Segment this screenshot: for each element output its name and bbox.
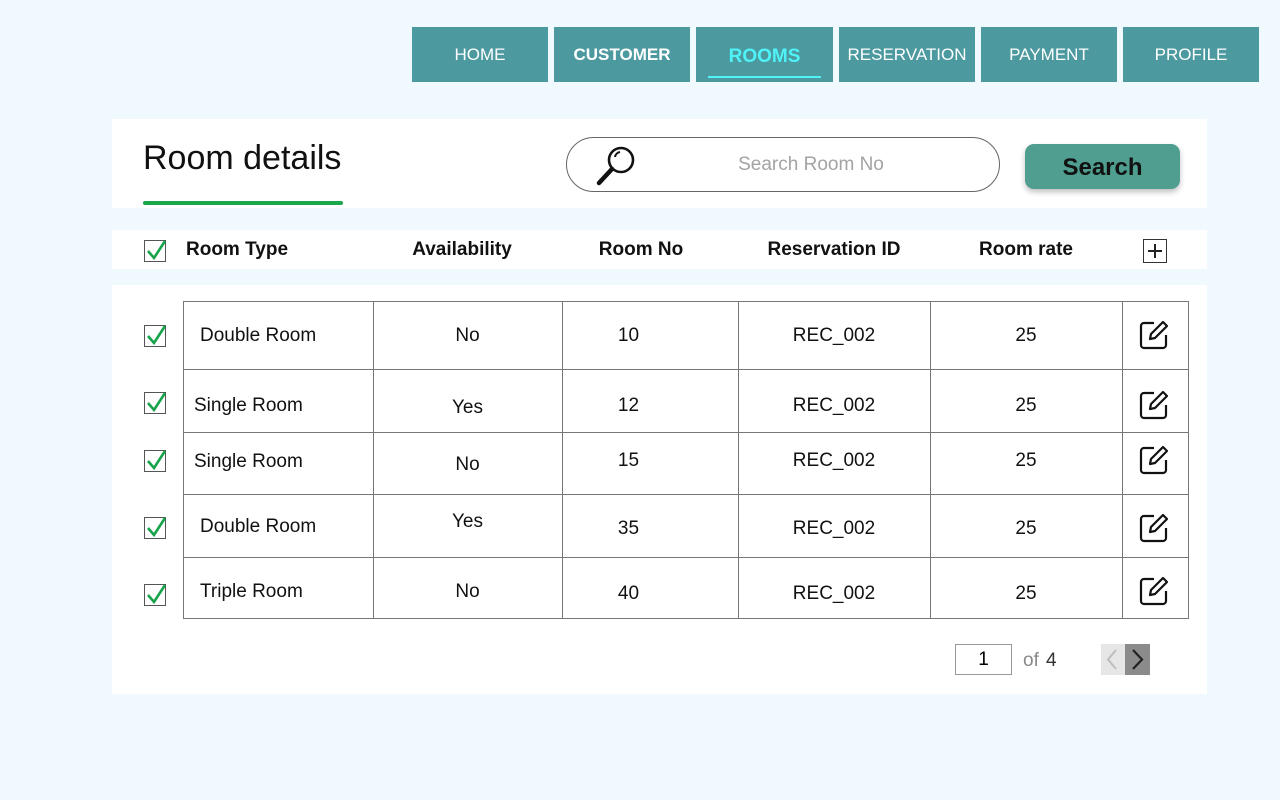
header-panel: Room details Search <box>112 119 1207 208</box>
prev-page-button[interactable] <box>1101 644 1125 675</box>
cell-room-type: Single Room <box>194 451 303 472</box>
rooms-table: Double Room No 10 REC_002 25 Single Room… <box>183 301 1189 619</box>
page-number-input[interactable] <box>955 644 1012 675</box>
cell-room-type: Single Room <box>194 395 303 416</box>
cell-reservation-id: REC_002 <box>792 325 876 346</box>
checkmark-icon <box>147 517 167 538</box>
nav-reservation[interactable]: RESERVATION <box>839 27 975 82</box>
chevron-left-icon <box>1106 649 1117 670</box>
grid-line <box>184 369 1188 371</box>
cell-room-rate: 25 <box>1015 325 1037 346</box>
nav-home-label: HOME <box>454 44 506 64</box>
cell-availability: No <box>455 454 480 475</box>
grid-line <box>184 494 1188 496</box>
nav-profile-label: PROFILE <box>1154 44 1228 64</box>
nav-customer[interactable]: CUSTOMER <box>554 27 690 82</box>
grid-line <box>184 557 1188 559</box>
cell-availability: Yes <box>452 511 483 532</box>
cell-room-no: 40 <box>617 583 640 604</box>
cell-room-type: Triple Room <box>200 581 303 602</box>
cell-room-no: 35 <box>617 518 640 539</box>
column-room-rate: Room rate <box>979 239 1073 260</box>
top-nav: HOME CUSTOMER ROOMS RESERVATION PAYMENT … <box>412 27 1259 82</box>
cell-room-rate: 25 <box>1015 583 1037 604</box>
cell-availability: No <box>455 325 480 346</box>
checkmark-icon <box>147 240 167 261</box>
next-page-button[interactable] <box>1125 644 1150 675</box>
edit-icon[interactable] <box>1139 513 1169 543</box>
search-box[interactable] <box>566 137 1000 192</box>
cell-reservation-id: REC_002 <box>792 583 876 604</box>
select-all-checkbox[interactable] <box>144 240 167 262</box>
row-checkbox[interactable] <box>144 517 167 539</box>
nav-rooms-label: ROOMS <box>728 45 801 67</box>
cell-room-rate: 25 <box>1015 450 1037 471</box>
search-icon <box>596 146 635 186</box>
cell-availability: Yes <box>452 397 483 418</box>
nav-profile[interactable]: PROFILE <box>1123 27 1259 82</box>
cell-room-rate: 25 <box>1015 395 1037 416</box>
column-reservation-id: Reservation ID <box>767 239 901 260</box>
nav-active-underline <box>708 76 821 78</box>
chevron-right-icon <box>1132 649 1144 670</box>
row-checkbox[interactable] <box>144 584 167 606</box>
row-checkbox[interactable] <box>144 325 167 347</box>
search-button[interactable]: Search <box>1025 144 1180 189</box>
cell-reservation-id: REC_002 <box>792 450 876 471</box>
checkmark-icon <box>147 325 167 346</box>
cell-reservation-id: REC_002 <box>792 518 876 539</box>
cell-room-no: 10 <box>617 325 640 346</box>
nav-customer-label: CUSTOMER <box>573 44 671 64</box>
edit-icon[interactable] <box>1139 576 1169 606</box>
cell-room-rate: 25 <box>1015 518 1037 539</box>
row-checkbox[interactable] <box>144 392 167 414</box>
nav-payment[interactable]: PAYMENT <box>981 27 1117 82</box>
add-room-button[interactable] <box>1143 239 1167 263</box>
search-input[interactable] <box>657 150 965 180</box>
rooms-table-panel: Double Room No 10 REC_002 25 Single Room… <box>112 285 1207 694</box>
row-checkbox[interactable] <box>144 450 167 472</box>
grid-line <box>184 432 1188 434</box>
nav-payment-label: PAYMENT <box>1009 44 1089 64</box>
edit-icon[interactable] <box>1139 320 1169 350</box>
column-room-type: Room Type <box>186 239 289 260</box>
column-availability: Availability <box>412 239 512 260</box>
nav-reservation-label: RESERVATION <box>847 44 967 64</box>
cell-room-type: Double Room <box>200 516 317 537</box>
nav-rooms[interactable]: ROOMS <box>696 27 833 82</box>
page-of-label: of <box>1023 650 1039 671</box>
checkmark-icon <box>147 392 167 413</box>
page-title: Room details <box>143 139 342 177</box>
title-underline <box>143 201 343 205</box>
page-total: 4 <box>1046 650 1057 671</box>
cell-room-no: 15 <box>617 450 640 471</box>
cell-reservation-id: REC_002 <box>792 395 876 416</box>
checkmark-icon <box>147 450 167 471</box>
edit-icon[interactable] <box>1139 390 1169 420</box>
column-room-no: Room No <box>598 239 684 260</box>
column-header-bar: Room Type Availability Room No Reservati… <box>112 230 1207 269</box>
grid-line <box>1122 302 1124 618</box>
cell-availability: No <box>455 581 480 602</box>
cell-room-type: Double Room <box>200 325 317 346</box>
checkmark-icon <box>147 584 167 605</box>
cell-room-no: 12 <box>617 395 640 416</box>
nav-home[interactable]: HOME <box>412 27 548 82</box>
edit-icon[interactable] <box>1139 445 1169 475</box>
